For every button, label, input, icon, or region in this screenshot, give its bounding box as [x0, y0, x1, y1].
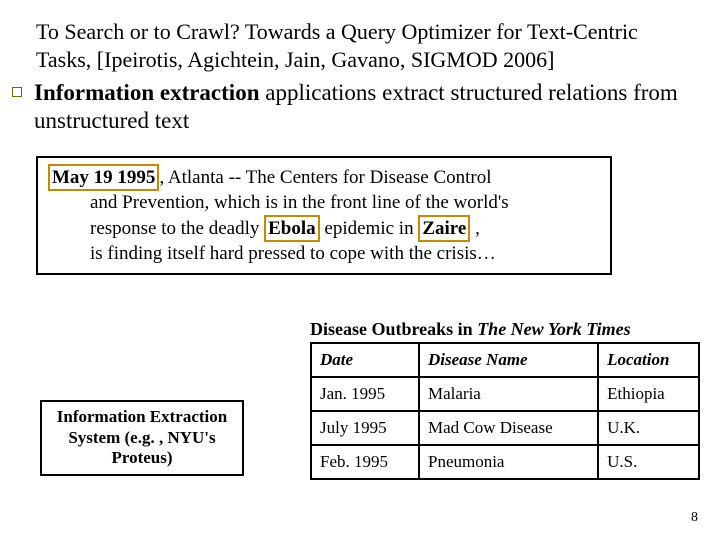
col-date: Date	[311, 343, 419, 377]
caption-b: The New York Times	[477, 319, 631, 339]
bullet-text: Information extraction applications extr…	[24, 79, 698, 134]
table-header-row: Date Disease Name Location	[311, 343, 699, 377]
page-number: 8	[691, 510, 698, 526]
cell: Mad Cow Disease	[419, 411, 598, 445]
caption-a: Disease Outbreaks in	[310, 319, 477, 339]
quote-line: and Prevention, which is in the front li…	[48, 191, 600, 214]
table-row: Feb. 1995 Pneumonia U.S.	[311, 445, 699, 479]
cell: Jan. 1995	[311, 377, 419, 411]
bullet-icon	[12, 87, 22, 97]
quote-line: is finding itself hard pressed to cope w…	[48, 242, 600, 265]
quote-frag: response to the deadly	[90, 218, 264, 239]
quote-frag: , Atlanta -- The Centers for Disease Con…	[159, 167, 491, 188]
cell: July 1995	[311, 411, 419, 445]
quote-box: May 19 1995, Atlanta -- The Centers for …	[36, 156, 612, 275]
quote-frag: ,	[470, 218, 480, 239]
slide: To Search or to Crawl? Towards a Query O…	[0, 0, 720, 540]
table-row: Jan. 1995 Malaria Ethiopia	[311, 377, 699, 411]
highlight-disease: Ebola	[264, 215, 320, 242]
cell: Feb. 1995	[311, 445, 419, 479]
quote-frag: epidemic in	[320, 218, 419, 239]
col-location: Location	[598, 343, 699, 377]
cell: Pneumonia	[419, 445, 598, 479]
highlight-date: May 19 1995	[48, 164, 159, 191]
bullet-lead: Information extraction	[34, 80, 260, 105]
quote-line: response to the deadly Ebola epidemic in…	[48, 215, 600, 242]
ies-box: Information Extraction System (e.g. , NY…	[40, 400, 244, 476]
highlight-location: Zaire	[418, 215, 470, 242]
cell: U.K.	[598, 411, 699, 445]
output-table: Date Disease Name Location Jan. 1995 Mal…	[310, 342, 700, 480]
col-disease: Disease Name	[419, 343, 598, 377]
table-row: July 1995 Mad Cow Disease U.K.	[311, 411, 699, 445]
slide-title: To Search or to Crawl? Towards a Query O…	[36, 18, 698, 73]
cell: Malaria	[419, 377, 598, 411]
bullet-item: Information extraction applications extr…	[12, 79, 698, 134]
cell: Ethiopia	[598, 377, 699, 411]
cell: U.S.	[598, 445, 699, 479]
table-caption: Disease Outbreaks in The New York Times	[310, 319, 631, 340]
